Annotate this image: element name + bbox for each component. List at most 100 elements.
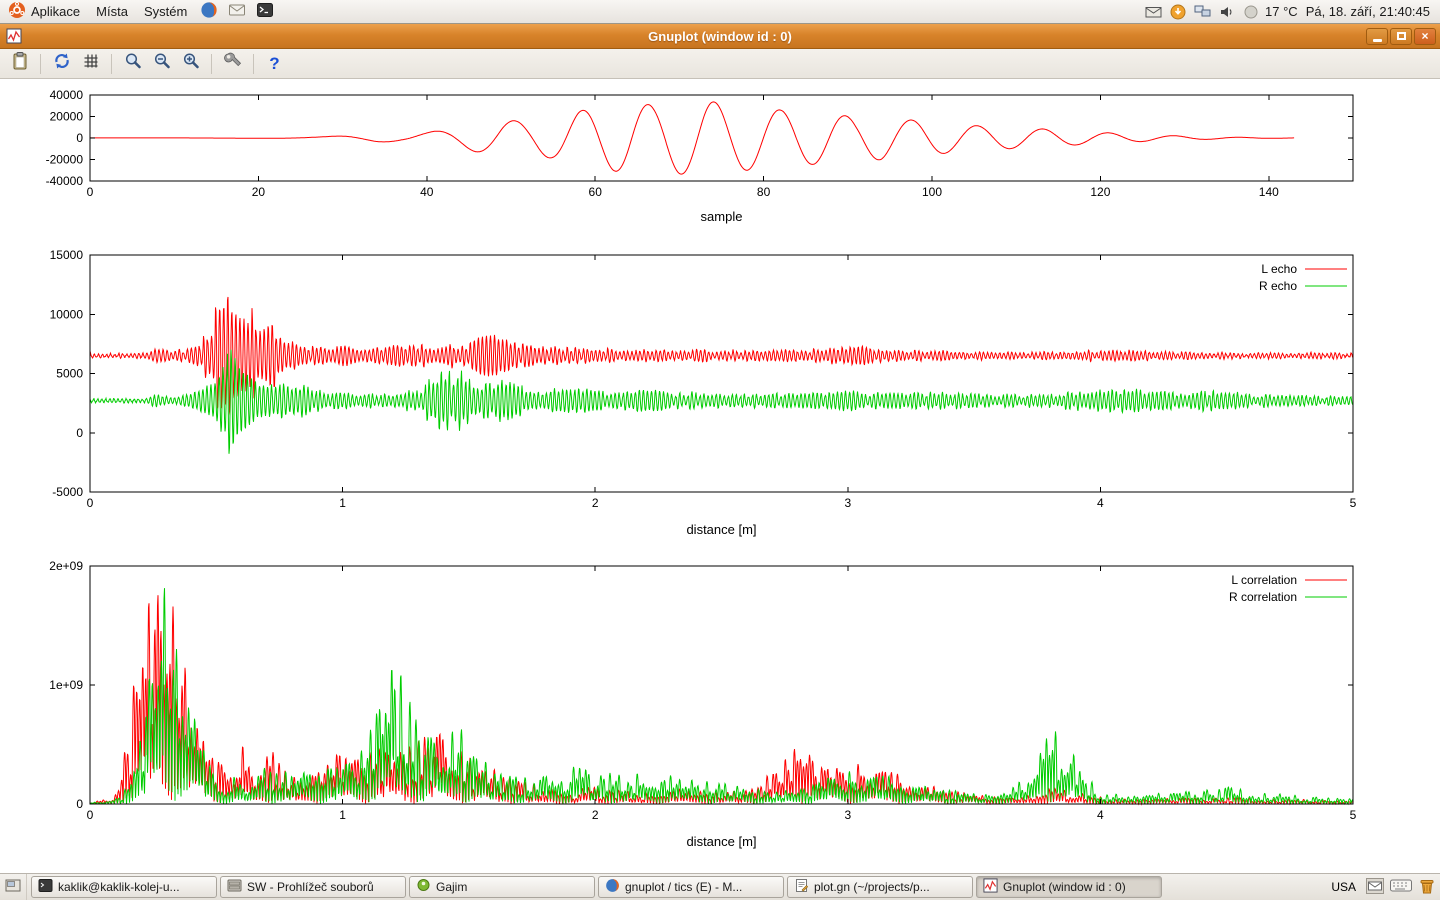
panel-right: 17 °C Pá, 18. září, 21:40:45 xyxy=(1141,0,1440,23)
mail-notification-icon[interactable] xyxy=(1141,4,1166,20)
x-tick-label: 3 xyxy=(844,496,851,510)
task-label: gnuplot / tics (E) - M... xyxy=(625,880,742,894)
x-tick-label: 2 xyxy=(592,808,599,822)
zoom-previous-button[interactable] xyxy=(119,51,146,76)
menu-places-label: Místa xyxy=(96,4,128,19)
y-tick-label: 0 xyxy=(76,426,83,440)
x-tick-label: 120 xyxy=(1090,185,1110,199)
x-tick-label: 5 xyxy=(1350,496,1357,510)
legend-entry: R correlation xyxy=(1229,590,1297,604)
ubuntu-logo-icon xyxy=(8,1,26,22)
legend-entry: L echo xyxy=(1261,262,1297,276)
x-tick-label: 0 xyxy=(87,496,94,510)
task-editor[interactable]: plot.gn (~/projects/p... xyxy=(787,876,973,898)
gajim-icon xyxy=(416,878,431,896)
x-tick-label: 140 xyxy=(1259,185,1279,199)
replot-icon xyxy=(52,51,72,76)
keyboard-layout[interactable]: USA xyxy=(1327,880,1360,894)
chart-echo-signals: 012345-5000050001000015000distance [m]L … xyxy=(0,241,1440,554)
plot-area: 020406080100120140-40000-200000200004000… xyxy=(0,79,1440,873)
help-icon: ? xyxy=(269,54,279,74)
window-title: Gnuplot (window id : 0) xyxy=(0,29,1440,44)
x-tick-label: 5 xyxy=(1350,808,1357,822)
restore-button[interactable] xyxy=(1390,28,1412,45)
menu-system[interactable]: Systém xyxy=(136,0,195,23)
task-gajim[interactable]: Gajim xyxy=(409,876,595,898)
x-axis-label: distance [m] xyxy=(686,834,756,849)
help-button[interactable]: ? xyxy=(261,51,288,76)
y-tick-label: 5000 xyxy=(56,367,83,381)
series-R-echo xyxy=(90,350,1353,454)
toolbar-separator xyxy=(40,54,41,74)
task-label: SW - Prohlížeč souborů xyxy=(247,880,374,894)
terminal-icon xyxy=(256,1,274,22)
settings-button[interactable] xyxy=(219,51,246,76)
network-icon[interactable] xyxy=(1190,4,1215,19)
task-terminal[interactable]: kaklik@kaklik-kolej-u... xyxy=(31,876,217,898)
task-firefox[interactable]: gnuplot / tics (E) - M... xyxy=(598,876,784,898)
panel-left: Aplikace Místa Systém xyxy=(0,0,279,23)
mail-launcher[interactable] xyxy=(223,0,251,23)
y-tick-label: 15000 xyxy=(50,248,84,262)
terminal-task-icon xyxy=(38,878,53,896)
gnuplot-task-icon xyxy=(983,878,998,896)
volume-icon[interactable] xyxy=(1215,4,1239,20)
grid-toggle-button[interactable] xyxy=(77,51,104,76)
replot-button[interactable] xyxy=(48,51,75,76)
y-tick-label: -5000 xyxy=(52,485,83,499)
copy-button[interactable] xyxy=(6,51,33,76)
close-button[interactable]: × xyxy=(1414,28,1436,45)
clipboard-icon xyxy=(10,51,30,76)
firefox-task-icon xyxy=(605,878,620,896)
trash-icon[interactable] xyxy=(1418,877,1436,898)
keyboard-icon[interactable] xyxy=(1390,878,1412,896)
clock[interactable]: Pá, 18. září, 21:40:45 xyxy=(1300,4,1440,19)
chart-chirp-signal: 020406080100120140-40000-200000200004000… xyxy=(0,79,1440,241)
x-tick-label: 0 xyxy=(87,808,94,822)
text-editor-icon xyxy=(794,878,809,896)
weather-icon[interactable] xyxy=(1239,4,1263,20)
mail-icon xyxy=(228,1,246,22)
firefox-launcher[interactable] xyxy=(195,0,223,23)
x-tick-label: 2 xyxy=(592,496,599,510)
menu-places[interactable]: Místa xyxy=(88,0,136,23)
zoom-next-button[interactable] xyxy=(148,51,175,76)
updates-icon[interactable] xyxy=(1166,4,1190,20)
minimize-button[interactable] xyxy=(1366,28,1388,45)
x-tick-label: 1 xyxy=(339,496,346,510)
titlebar[interactable]: Gnuplot (window id : 0) × xyxy=(0,24,1440,49)
x-tick-label: 40 xyxy=(420,185,434,199)
x-tick-label: 1 xyxy=(339,808,346,822)
y-tick-label: -20000 xyxy=(46,153,84,167)
x-tick-label: 4 xyxy=(1097,496,1104,510)
y-tick-label: 1e+09 xyxy=(49,678,83,692)
x-tick-label: 0 xyxy=(87,185,94,199)
tray-right: USA xyxy=(1327,877,1440,898)
task-label: kaklik@kaklik-kolej-u... xyxy=(58,880,180,894)
plot-border xyxy=(90,255,1353,492)
task-file-manager[interactable]: SW - Prohlížeč souborů xyxy=(220,876,406,898)
zoom-previous-icon xyxy=(123,51,143,76)
x-tick-label: 80 xyxy=(757,185,771,199)
terminal-launcher[interactable] xyxy=(251,0,279,23)
task-label: Gajim xyxy=(436,880,467,894)
show-desktop-button[interactable] xyxy=(0,874,27,900)
gnuplot-window: Gnuplot (window id : 0) × ? 020406080100… xyxy=(0,24,1440,873)
show-desktop-icon xyxy=(5,878,21,897)
task-label: plot.gn (~/projects/p... xyxy=(814,880,930,894)
y-tick-label: 0 xyxy=(76,131,83,145)
menu-applications[interactable]: Aplikace xyxy=(0,0,88,23)
x-axis-label: sample xyxy=(701,209,743,224)
x-tick-label: 60 xyxy=(589,185,603,199)
task-gnuplot[interactable]: Gnuplot (window id : 0) xyxy=(976,876,1162,898)
y-tick-label: 40000 xyxy=(50,88,84,102)
menu-applications-label: Aplikace xyxy=(31,4,80,19)
toolbar: ? xyxy=(0,49,1440,79)
autoscale-button[interactable] xyxy=(177,51,204,76)
mail-tray-icon[interactable] xyxy=(1366,878,1384,897)
grid-icon xyxy=(81,51,101,76)
task-buttons: kaklik@kaklik-kolej-u... SW - Prohlížeč … xyxy=(27,876,1327,898)
taskbar: kaklik@kaklik-kolej-u... SW - Prohlížeč … xyxy=(0,873,1440,900)
close-icon: × xyxy=(1421,30,1428,42)
y-tick-label: 0 xyxy=(76,797,83,811)
